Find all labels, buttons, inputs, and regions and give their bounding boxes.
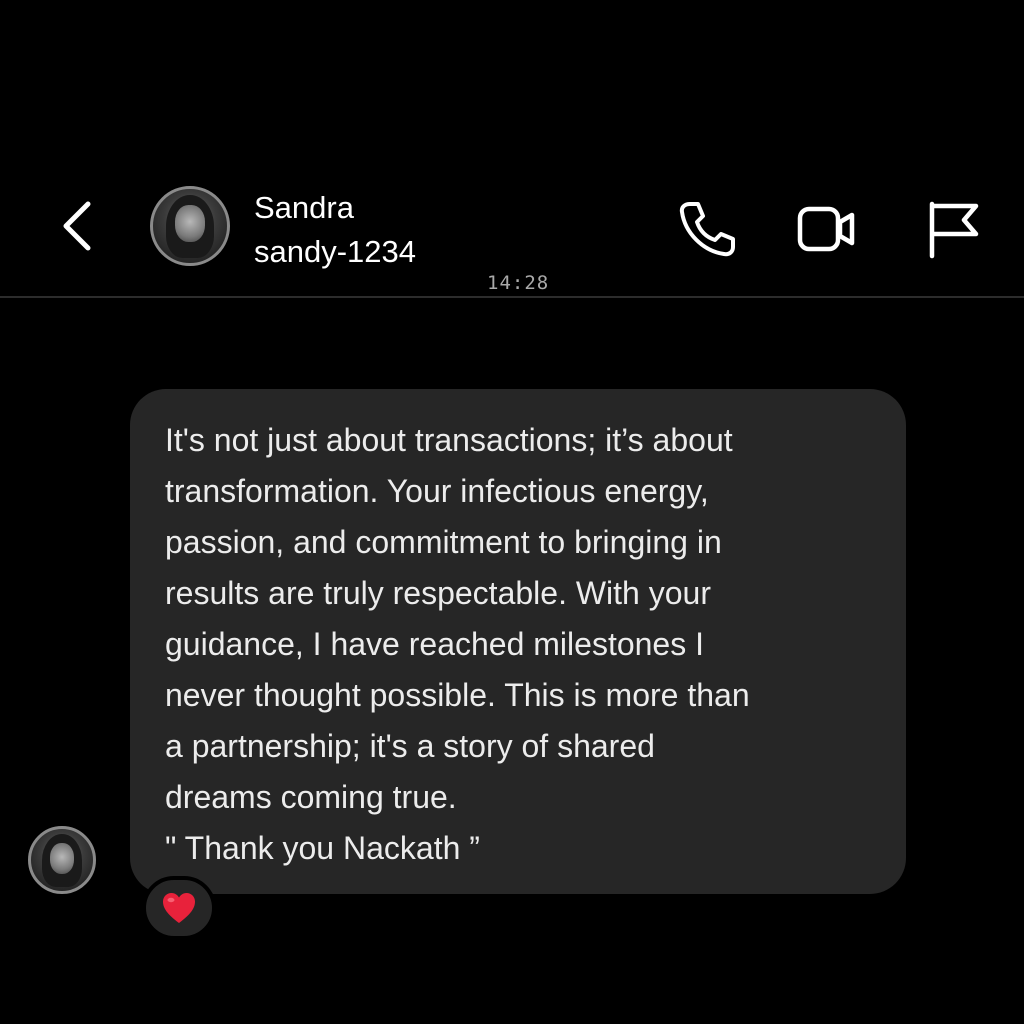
message-line: a partnership; it's a story of shared — [165, 728, 655, 764]
message-line: " Thank you Nackath ” — [165, 830, 480, 866]
message-line: results are truly respectable. With your — [165, 575, 711, 611]
avatar-face — [175, 205, 205, 243]
message-line: guidance, I have reached milestones I — [165, 626, 704, 662]
back-button[interactable] — [52, 196, 104, 256]
message-timestamp: 14:28 — [487, 272, 550, 294]
sender-avatar[interactable] — [28, 826, 96, 894]
message-line: dreams coming true. — [165, 779, 457, 815]
chevron-left-icon — [63, 201, 91, 251]
heart-reaction[interactable] — [142, 876, 216, 940]
avatar-face — [49, 842, 75, 874]
message-line: passion, and commitment to bringing in — [165, 524, 722, 560]
report-button[interactable] — [920, 198, 982, 260]
heart-icon — [163, 893, 195, 923]
chat-screen: Sandra sandy-1234 14:28 It's not just ab… — [0, 0, 1024, 1024]
contact-name[interactable]: Sandra — [254, 190, 354, 226]
message-text: It's not just about transactions; it’s a… — [165, 415, 886, 874]
message-line: never thought possible. This is more tha… — [165, 677, 750, 713]
flag-icon — [929, 201, 979, 259]
call-button[interactable] — [676, 198, 738, 260]
contact-avatar[interactable] — [150, 186, 230, 266]
message-line: It's not just about transactions; it’s a… — [165, 422, 733, 458]
message-bubble[interactable]: It's not just about transactions; it’s a… — [130, 389, 906, 894]
header-divider — [0, 296, 1024, 298]
message-line: transformation. Your infectious energy, — [165, 473, 709, 509]
phone-icon — [679, 202, 735, 257]
video-camera-icon — [797, 206, 855, 252]
video-call-button[interactable] — [796, 198, 858, 260]
contact-username: sandy-1234 — [254, 234, 417, 269]
